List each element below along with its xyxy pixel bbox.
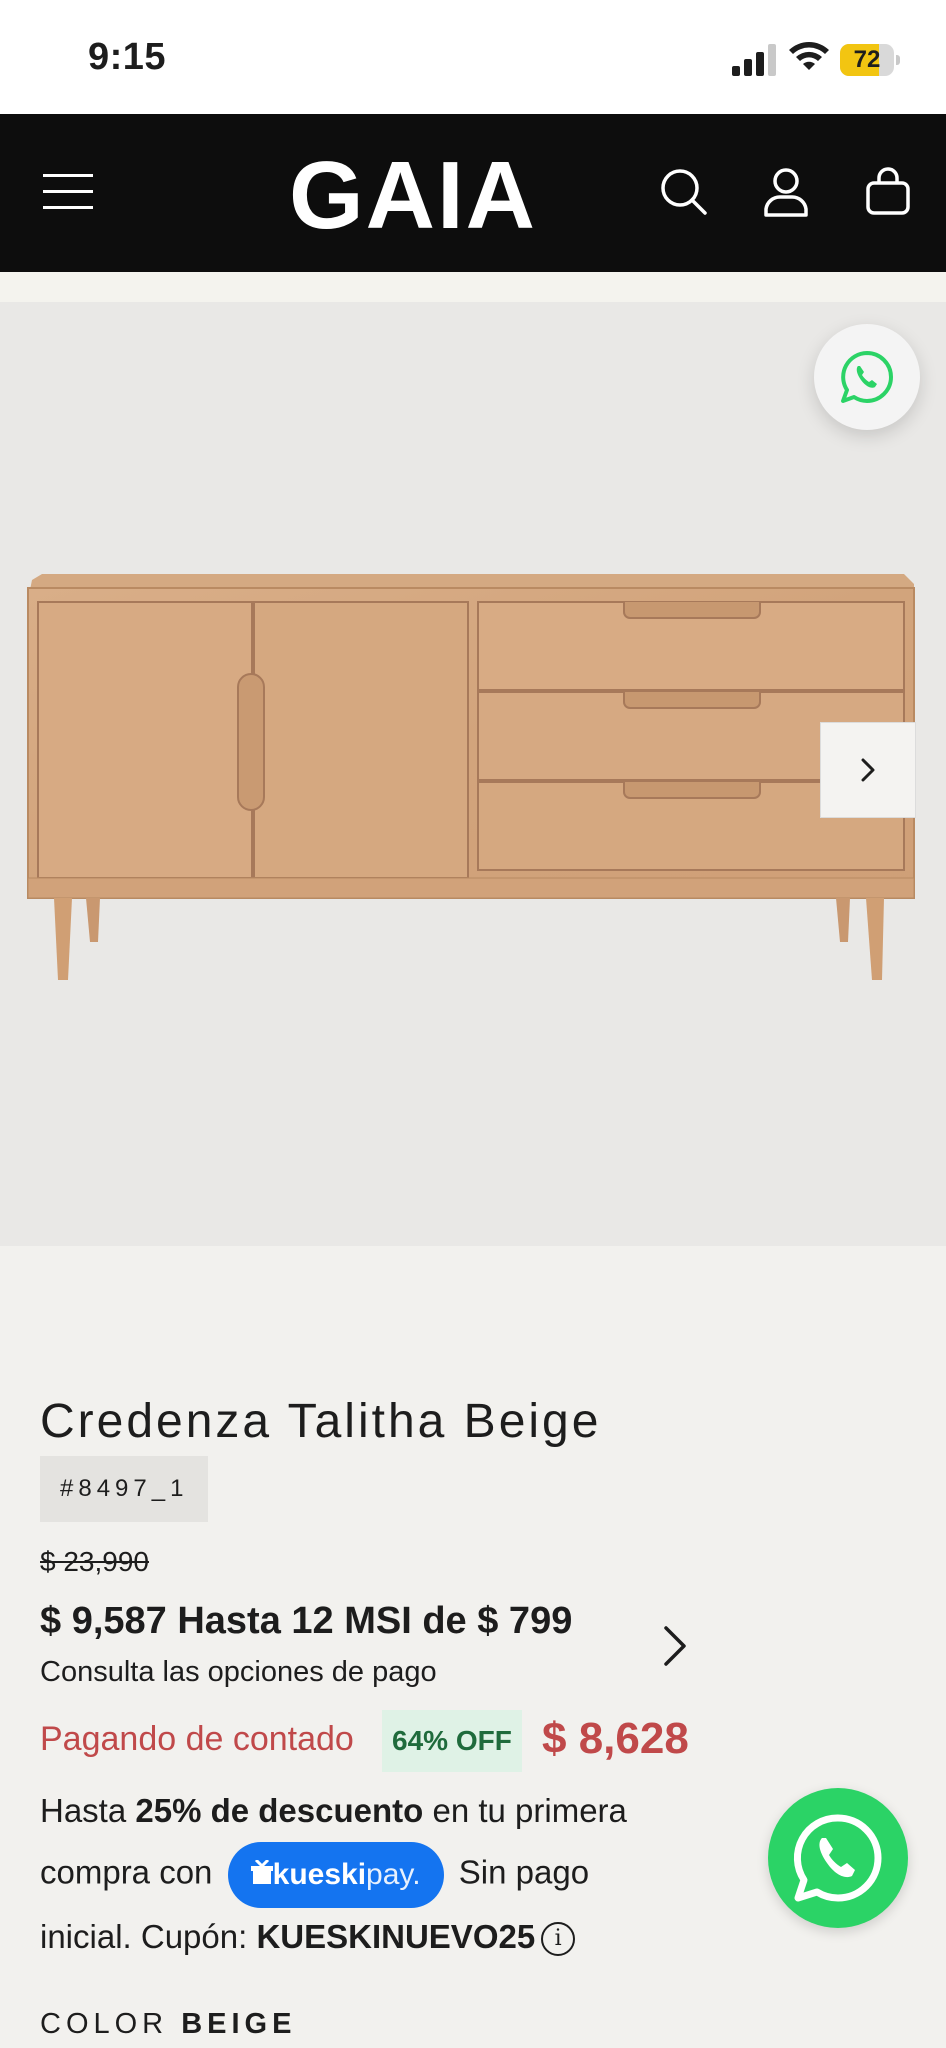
chevron-right-icon: [861, 758, 875, 782]
cart-button[interactable]: [850, 154, 926, 230]
coupon-code: KUESKINUEVO25: [256, 1918, 536, 1955]
whatsapp-chat-button[interactable]: [768, 1788, 908, 1928]
next-image-button[interactable]: [820, 722, 916, 818]
cash-payment-label: Pagando de contado: [40, 1720, 354, 1758]
menu-button[interactable]: [30, 154, 106, 230]
installments-price[interactable]: $ 9,587 Hasta 12 MSI de $ 799: [40, 1600, 572, 1643]
battery-indicator: 72: [840, 44, 900, 76]
chevron-right-icon[interactable]: [654, 1620, 694, 1672]
whatsapp-icon: [841, 351, 893, 403]
gift-icon: [250, 1858, 273, 1884]
svg-text:GAIA: GAIA: [290, 150, 536, 236]
wifi-icon: [789, 42, 829, 70]
status-time: 9:15: [88, 36, 167, 78]
product-gallery[interactable]: [0, 302, 946, 1246]
sale-price: $ 8,628: [542, 1714, 689, 1763]
kueski-pay-logo: kueskipay.: [227, 1842, 444, 1908]
product-image: [27, 574, 915, 980]
kueski-promo-line-2: compra con kueskipay. Sin pago: [40, 1842, 589, 1908]
gaia-logo[interactable]: GAIA: [290, 150, 536, 236]
hamburger-menu-icon: [43, 174, 93, 209]
color-option-label: COLOR BEIGE: [40, 2008, 297, 2040]
account-button[interactable]: [748, 154, 824, 230]
kueski-promo-line-1: Hasta 25% de descuento en tu primera: [40, 1792, 627, 1829]
whatsapp-icon: [793, 1814, 882, 1902]
battery-level: 72: [853, 46, 881, 73]
cellular-signal-icon: [732, 44, 776, 76]
discount-badge: 64% OFF: [382, 1710, 522, 1772]
payment-options-link[interactable]: Consulta las opciones de pago: [40, 1656, 437, 1689]
info-icon[interactable]: i: [541, 1922, 576, 1957]
status-bar: 9:15 72: [0, 0, 946, 114]
user-icon: [764, 168, 808, 217]
sku-badge: #8497_1: [40, 1456, 209, 1522]
search-icon: [661, 169, 707, 215]
announcement-strip: [0, 272, 946, 302]
site-header: GAIA: [0, 114, 946, 272]
selected-color-value: BEIGE: [181, 2008, 297, 2040]
product-title: Credenza Talitha Beige: [40, 1395, 602, 1448]
kueski-promo-line-3: inicial. Cupón: KUESKINUEVO25 i: [40, 1918, 576, 1957]
whatsapp-chat-button-top[interactable]: [814, 324, 920, 430]
compare-at-price: $ 23,990: [40, 1546, 149, 1577]
shopping-bag-icon: [866, 167, 910, 215]
search-button[interactable]: [646, 154, 722, 230]
